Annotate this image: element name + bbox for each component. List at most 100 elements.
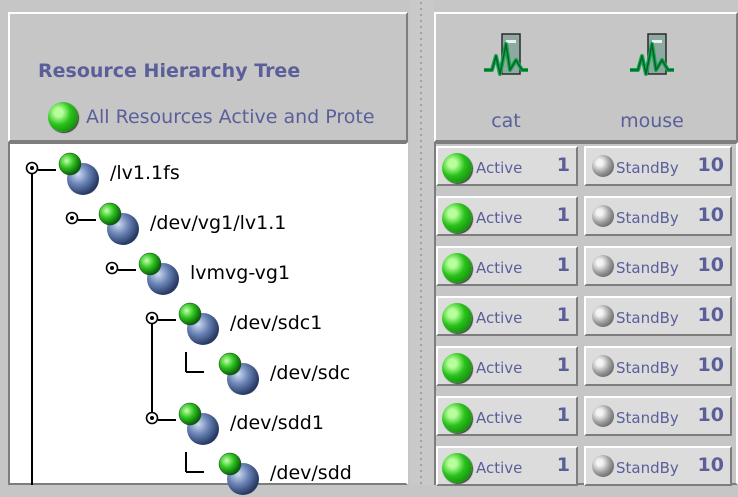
tree-branch-line xyxy=(78,219,96,221)
state-cell-mouse[interactable]: StandBy 10 xyxy=(584,346,732,386)
state-cell-mouse[interactable]: StandBy 10 xyxy=(584,246,732,286)
hierarchy-tree: /lv1.1fs/dev/vg1/lv1.1 lvmvg-vg1/dev/sdc1… xyxy=(8,142,408,495)
expand-handle-icon[interactable] xyxy=(104,260,120,276)
tree-title: Resource Hierarchy Tree xyxy=(38,60,301,82)
state-label: Active xyxy=(476,459,523,477)
state-cell-cat[interactable]: Active 1 xyxy=(436,396,578,436)
expand-handle-icon[interactable] xyxy=(64,210,80,226)
tree-node-label[interactable]: /dev/sdc1 xyxy=(230,312,322,334)
resource-active-icon xyxy=(138,252,179,295)
state-label: StandBy xyxy=(616,259,679,277)
active-status-icon xyxy=(442,203,472,233)
state-cell-mouse[interactable]: StandBy 10 xyxy=(584,446,732,486)
tree-node[interactable]: /dev/sdd1 xyxy=(10,400,400,445)
resource-active-icon xyxy=(218,352,259,395)
state-label: Active xyxy=(476,309,523,327)
tree-node[interactable]: /dev/sdc1 xyxy=(10,300,400,345)
state-cell-mouse[interactable]: StandBy 10 xyxy=(584,296,732,336)
active-status-icon xyxy=(442,453,472,483)
priority-value: 1 xyxy=(556,354,570,376)
state-row: Active 1 StandBy 10 xyxy=(436,396,736,440)
active-status-icon xyxy=(442,253,472,283)
tree-node-label[interactable]: /lv1.1fs xyxy=(110,162,180,184)
standby-status-icon xyxy=(592,355,614,377)
tree-node[interactable]: /dev/sdd xyxy=(10,450,400,495)
standby-status-icon xyxy=(592,255,614,277)
tree-node-label[interactable]: /dev/sdd1 xyxy=(230,412,324,434)
priority-value: 10 xyxy=(697,204,724,226)
server-state-grid: Active 1 StandBy 10 Active 1 StandBy 10 Active 1 S… xyxy=(434,142,738,486)
expand-handle-icon[interactable] xyxy=(144,410,160,426)
priority-value: 10 xyxy=(697,154,724,176)
state-row: Active 1 StandBy 10 xyxy=(436,346,736,390)
state-label: StandBy xyxy=(616,359,679,377)
divider-grip[interactable] xyxy=(418,0,426,485)
priority-value: 10 xyxy=(697,454,724,476)
priority-value: 1 xyxy=(556,154,570,176)
status-active-icon xyxy=(48,102,78,132)
active-status-icon xyxy=(442,403,472,433)
tree-node-label[interactable]: /dev/vg1/lv1.1 xyxy=(150,212,286,234)
server-name-cat: cat xyxy=(491,110,521,132)
state-cell-cat[interactable]: Active 1 xyxy=(436,346,578,386)
tree-node-label[interactable]: /dev/sdc xyxy=(270,362,350,384)
expand-handle-icon[interactable] xyxy=(24,160,40,176)
state-label: StandBy xyxy=(616,159,679,177)
priority-value: 1 xyxy=(556,204,570,226)
split-divider[interactable] xyxy=(410,0,434,485)
standby-status-icon xyxy=(592,455,614,477)
tree-branch-line xyxy=(158,319,176,321)
active-status-icon xyxy=(442,303,472,333)
state-row: Active 1 StandBy 10 xyxy=(436,246,736,290)
priority-value: 10 xyxy=(697,304,724,326)
tree-node-label[interactable]: /dev/sdd xyxy=(270,462,352,484)
state-label: StandBy xyxy=(616,459,679,477)
server-monitor-icon xyxy=(630,33,674,76)
server-name-mouse: mouse xyxy=(620,110,684,132)
state-row: Active 1 StandBy 10 xyxy=(436,196,736,240)
state-cell-cat[interactable]: Active 1 xyxy=(436,446,578,486)
tree-node[interactable]: lvmvg-vg1 xyxy=(10,250,400,295)
priority-value: 1 xyxy=(556,254,570,276)
state-cell-cat[interactable]: Active 1 xyxy=(436,146,578,186)
state-cell-mouse[interactable]: StandBy 10 xyxy=(584,396,732,436)
state-label: Active xyxy=(476,209,523,227)
tree-node-label[interactable]: lvmvg-vg1 xyxy=(190,262,290,284)
active-status-icon xyxy=(442,353,472,383)
state-cell-cat[interactable]: Active 1 xyxy=(436,296,578,336)
priority-value: 10 xyxy=(697,404,724,426)
priority-value: 1 xyxy=(556,454,570,476)
standby-status-icon xyxy=(592,155,614,177)
state-label: StandBy xyxy=(616,409,679,427)
active-status-icon xyxy=(442,153,472,183)
resource-active-icon xyxy=(218,452,259,495)
state-label: Active xyxy=(476,259,523,277)
tree-branch-line xyxy=(38,169,56,171)
resource-active-icon xyxy=(58,152,99,195)
tree-branch-line xyxy=(158,419,176,421)
state-cell-cat[interactable]: Active 1 xyxy=(436,246,578,286)
standby-status-icon xyxy=(592,205,614,227)
priority-value: 1 xyxy=(556,404,570,426)
state-label: StandBy xyxy=(616,309,679,327)
state-cell-mouse[interactable]: StandBy 10 xyxy=(584,146,732,186)
server-monitor-icon xyxy=(484,33,528,76)
state-label: StandBy xyxy=(616,209,679,227)
servers-header-panel: cat mouse xyxy=(434,12,738,142)
resource-active-icon xyxy=(98,202,139,245)
standby-status-icon xyxy=(592,305,614,327)
tree-node[interactable]: /dev/sdc xyxy=(10,350,400,395)
tree-branch-line xyxy=(118,269,136,271)
tree-node[interactable]: /lv1.1fs xyxy=(10,150,400,195)
tree-node[interactable]: /dev/vg1/lv1.1 xyxy=(10,200,400,245)
state-label: Active xyxy=(476,359,523,377)
tree-status: All Resources Active and Prote xyxy=(48,100,420,134)
server-header-cat[interactable]: cat xyxy=(436,26,576,136)
resource-active-icon xyxy=(178,402,219,445)
state-row: Active 1 StandBy 10 xyxy=(436,296,736,340)
state-cell-mouse[interactable]: StandBy 10 xyxy=(584,196,732,236)
state-cell-cat[interactable]: Active 1 xyxy=(436,196,578,236)
expand-handle-icon[interactable] xyxy=(144,310,160,326)
state-label: Active xyxy=(476,159,523,177)
server-header-mouse[interactable]: mouse xyxy=(582,26,722,136)
